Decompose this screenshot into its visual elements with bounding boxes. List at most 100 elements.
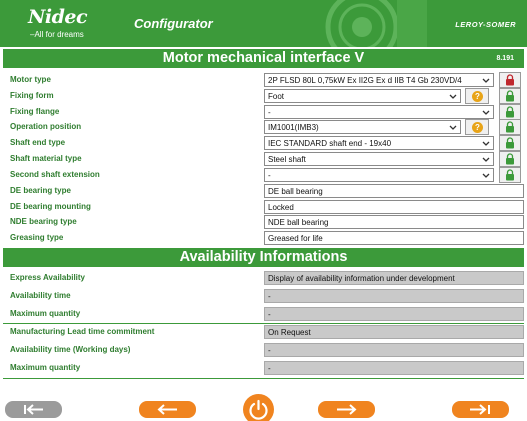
help-icon: ? (472, 122, 483, 133)
field-label: Fixing form (10, 91, 54, 100)
field-label: NDE bearing type (10, 217, 77, 226)
maximum-quantity-readonly-field: - (264, 361, 524, 375)
divider (3, 378, 524, 379)
lock-toggle-button[interactable] (499, 88, 521, 104)
app-title: Configurator (134, 16, 213, 31)
chevron-down-icon (482, 157, 490, 162)
field-label: Fixing flange (10, 107, 60, 116)
availability-row-availability-time: Availability time - (3, 289, 524, 303)
last-page-button[interactable] (452, 401, 509, 418)
availability-time-readonly-field: - (264, 289, 524, 303)
lock-toggle-button[interactable] (499, 167, 521, 183)
fixing-form-select[interactable]: Foot (264, 89, 461, 103)
previous-icon (157, 404, 177, 415)
form-row-fixing-flange: Fixing flange - (3, 104, 524, 120)
field-label: Shaft end type (10, 138, 66, 147)
form-row-operation-position: Operation position IM1001(IMB3)? (3, 119, 524, 135)
shaft-material-type-select[interactable]: Steel shaft (264, 152, 494, 166)
fixing-flange-select[interactable]: - (264, 105, 494, 119)
field-label: Availability time (Working days) (10, 345, 131, 354)
select-value: IM1001(IMB3) (268, 123, 319, 132)
power-icon (249, 399, 268, 420)
field-label: Motor type (10, 75, 51, 84)
field-label: Maximum quantity (10, 309, 81, 318)
form-row-motor-type: Motor type 2P FLSD 80L 0,75kW Ex II2G Ex … (3, 72, 524, 88)
section-title: Availability Informations (179, 249, 348, 265)
shaft-end-type-select[interactable]: IEC STANDARD shaft end - 19x40 (264, 136, 494, 150)
select-value: - (268, 108, 271, 117)
motor-graphic (325, 0, 427, 47)
divider (3, 323, 524, 324)
nidec-logo: Nidec (28, 6, 88, 28)
lock-toggle-button[interactable] (499, 119, 521, 135)
lock-toggle-button[interactable] (499, 151, 521, 167)
availability-row-maximum-quantity: Maximum quantity - (3, 307, 524, 321)
lock-toggle-button[interactable] (499, 135, 521, 151)
field-label: DE bearing mounting (10, 202, 91, 211)
green-lock-icon (506, 121, 514, 133)
form-row-shaft-end-type: Shaft end type IEC STANDARD shaft end - 1… (3, 135, 524, 151)
maximum-quantity-readonly-field: - (264, 307, 524, 321)
field-label: Shaft material type (10, 154, 82, 163)
field-label: Manufacturing Lead time commitment (10, 327, 155, 336)
field-label: Availability time (10, 291, 71, 300)
form-row-de-bearing-mounting: DE bearing mounting Locked (3, 200, 524, 214)
previous-button[interactable] (139, 401, 196, 418)
nde-bearing-type-field: NDE ball bearing (264, 215, 524, 229)
select-value: IEC STANDARD shaft end - 19x40 (268, 139, 392, 148)
chevron-down-icon (482, 173, 490, 178)
de-bearing-type-field: DE ball bearing (264, 184, 524, 198)
lock-toggle-button[interactable] (499, 104, 521, 120)
help-button[interactable]: ? (465, 88, 489, 104)
red-lock-icon (506, 74, 514, 86)
green-lock-icon (506, 169, 514, 181)
availability-row-availability-time-working-days: Availability time (Working days) - (3, 343, 524, 357)
express-availability-readonly-field: Display of availability information unde… (264, 271, 524, 285)
form-row-greasing-type: Greasing type Greased for life (3, 231, 524, 245)
next-icon (337, 404, 357, 415)
motor-type-select[interactable]: 2P FLSD 80L 0,75kW Ex II2G Ex d IIB T4 G… (264, 73, 494, 87)
brand-logo: LEROY-SOMER (455, 20, 516, 29)
chevron-down-icon (482, 141, 490, 146)
header-bar: Nidec –All for dreams Configurator LEROY… (0, 0, 527, 47)
lock-toggle-button[interactable] (499, 72, 521, 88)
manufacturing-lead-time-commitment-readonly-field: On Request (264, 325, 524, 339)
de-bearing-mounting-field: Locked (264, 200, 524, 214)
tagline: –All for dreams (30, 30, 84, 39)
form-row-nde-bearing-type: NDE bearing type NDE ball bearing (3, 215, 524, 229)
availability-row-maximum-quantity: Maximum quantity - (3, 361, 524, 375)
greasing-type-field: Greased for life (264, 231, 524, 245)
field-label: Second shaft extension (10, 170, 100, 179)
chevron-down-icon (482, 110, 490, 115)
form-row-fixing-form: Fixing form Foot? (3, 88, 524, 104)
operation-position-select[interactable]: IM1001(IMB3) (264, 120, 461, 134)
field-label: Express Availability (10, 273, 85, 282)
chevron-down-icon (449, 94, 457, 99)
availability-row-manufacturing-lead-time-commitment: Manufacturing Lead time commitment On Req… (3, 325, 524, 339)
form-row-second-shaft-extension: Second shaft extension - (3, 167, 524, 183)
green-lock-icon (506, 106, 514, 118)
select-value: 2P FLSD 80L 0,75kW Ex II2G Ex d IIB T4 G… (268, 76, 462, 85)
help-icon: ? (472, 91, 483, 102)
second-shaft-extension-select[interactable]: - (264, 168, 494, 182)
last-page-icon (470, 404, 490, 415)
first-page-icon (24, 404, 43, 415)
form-row-shaft-material-type: Shaft material type Steel shaft (3, 151, 524, 167)
availability-row-express-availability: Express Availability Display of availabil… (3, 271, 524, 285)
chevron-down-icon (482, 78, 490, 83)
section-header-mechanical: Motor mechanical interface V 8.191 (3, 49, 524, 68)
section-title: Motor mechanical interface V (162, 50, 365, 66)
green-lock-icon (506, 90, 514, 102)
field-label: Maximum quantity (10, 363, 81, 372)
field-label: Greasing type (10, 233, 64, 242)
select-value: - (268, 171, 271, 180)
power-button[interactable] (243, 394, 274, 421)
section-header-availability: Availability Informations (3, 248, 524, 267)
first-page-button[interactable] (5, 401, 62, 418)
green-lock-icon (506, 153, 514, 165)
availability-time-working-days-readonly-field: - (264, 343, 524, 357)
next-button[interactable] (318, 401, 375, 418)
chevron-down-icon (449, 125, 457, 130)
version-label: 8.191 (496, 55, 514, 62)
help-button[interactable]: ? (465, 119, 489, 135)
